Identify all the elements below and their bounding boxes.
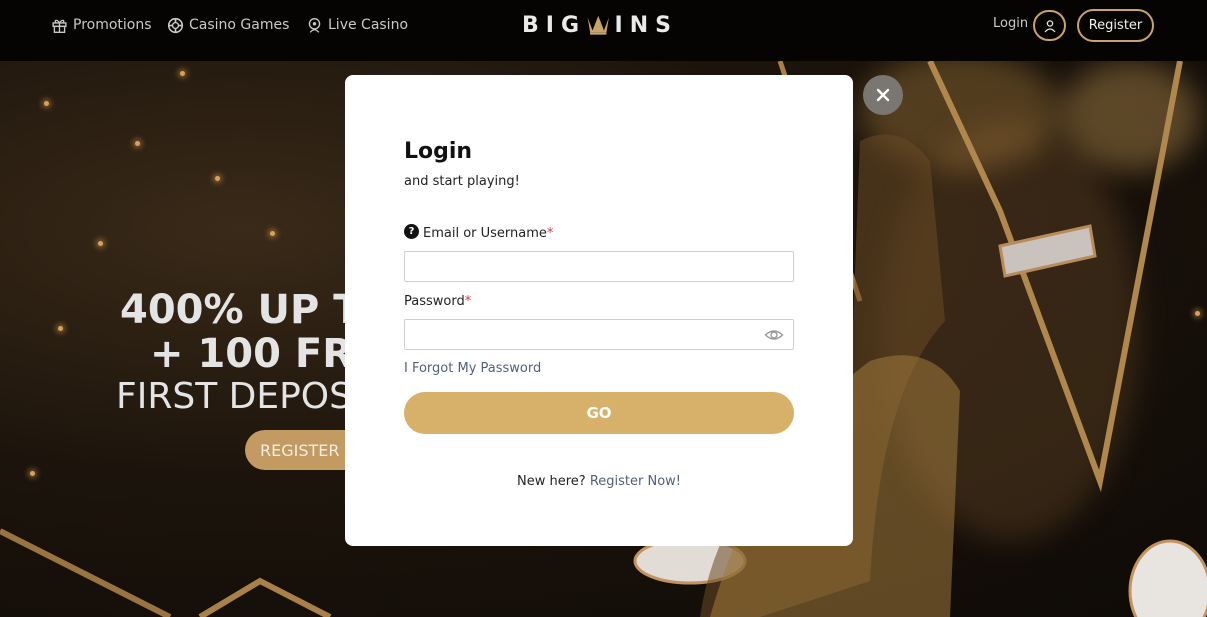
dealer-icon: [308, 17, 321, 33]
password-label: Password*: [404, 294, 471, 309]
nav-promotions[interactable]: Promotions: [51, 15, 152, 35]
sparkle: [1195, 311, 1200, 316]
model-glow: [880, 121, 1140, 541]
forgot-password-link[interactable]: I Forgot My Password: [404, 361, 541, 376]
nav-casino-games-label: Casino Games: [189, 17, 290, 33]
login-avatar-button[interactable]: [1033, 10, 1066, 41]
close-modal-button[interactable]: [863, 75, 903, 115]
sparkle: [30, 471, 35, 476]
nav-promotions-label: Promotions: [73, 17, 152, 33]
eye-icon[interactable]: [764, 325, 784, 345]
email-label-text: Email or Username: [423, 226, 547, 241]
sparkle: [270, 231, 275, 236]
password-field[interactable]: [404, 319, 794, 350]
register-button[interactable]: Register: [1077, 9, 1154, 42]
login-link[interactable]: Login: [993, 16, 1028, 31]
close-icon: [876, 88, 890, 102]
new-here-text: New here?: [516, 474, 586, 489]
gift-icon: [52, 19, 67, 33]
password-label-text: Password: [404, 294, 465, 309]
logo-text-left: BIG: [522, 12, 587, 38]
sparkle: [98, 241, 103, 246]
nav-casino-games[interactable]: Casino Games: [167, 15, 289, 35]
bigwins-logo[interactable]: BIG INS: [522, 8, 678, 42]
email-label: Email or Username*: [423, 226, 553, 241]
modal-subtitle: and start playing!: [404, 174, 520, 189]
chip-icon: [167, 17, 184, 33]
sparkle: [215, 176, 220, 181]
help-icon[interactable]: ?: [404, 224, 419, 239]
go-button[interactable]: GO: [404, 392, 794, 434]
modal-title: Login: [404, 139, 473, 164]
crown-icon: [587, 15, 609, 35]
top-navbar: Promotions Casino Games Live Casino BIG …: [0, 0, 1207, 61]
register-prompt: New here? Register Now!: [345, 474, 853, 489]
sparkle: [58, 326, 63, 331]
required-mark: *: [464, 294, 472, 309]
user-icon: [1044, 19, 1055, 32]
required-mark: *: [546, 226, 554, 241]
sparkle: [180, 71, 185, 76]
login-modal: Login and start playing! ? Email or User…: [345, 75, 853, 546]
nav-live-casino-label: Live Casino: [328, 17, 409, 33]
email-field[interactable]: [404, 251, 794, 282]
register-now-link[interactable]: Register Now!: [590, 474, 681, 489]
logo-text-right: INS: [614, 12, 678, 38]
sparkle: [135, 141, 140, 146]
nav-live-casino[interactable]: Live Casino: [306, 15, 408, 35]
sparkle: [44, 101, 49, 106]
